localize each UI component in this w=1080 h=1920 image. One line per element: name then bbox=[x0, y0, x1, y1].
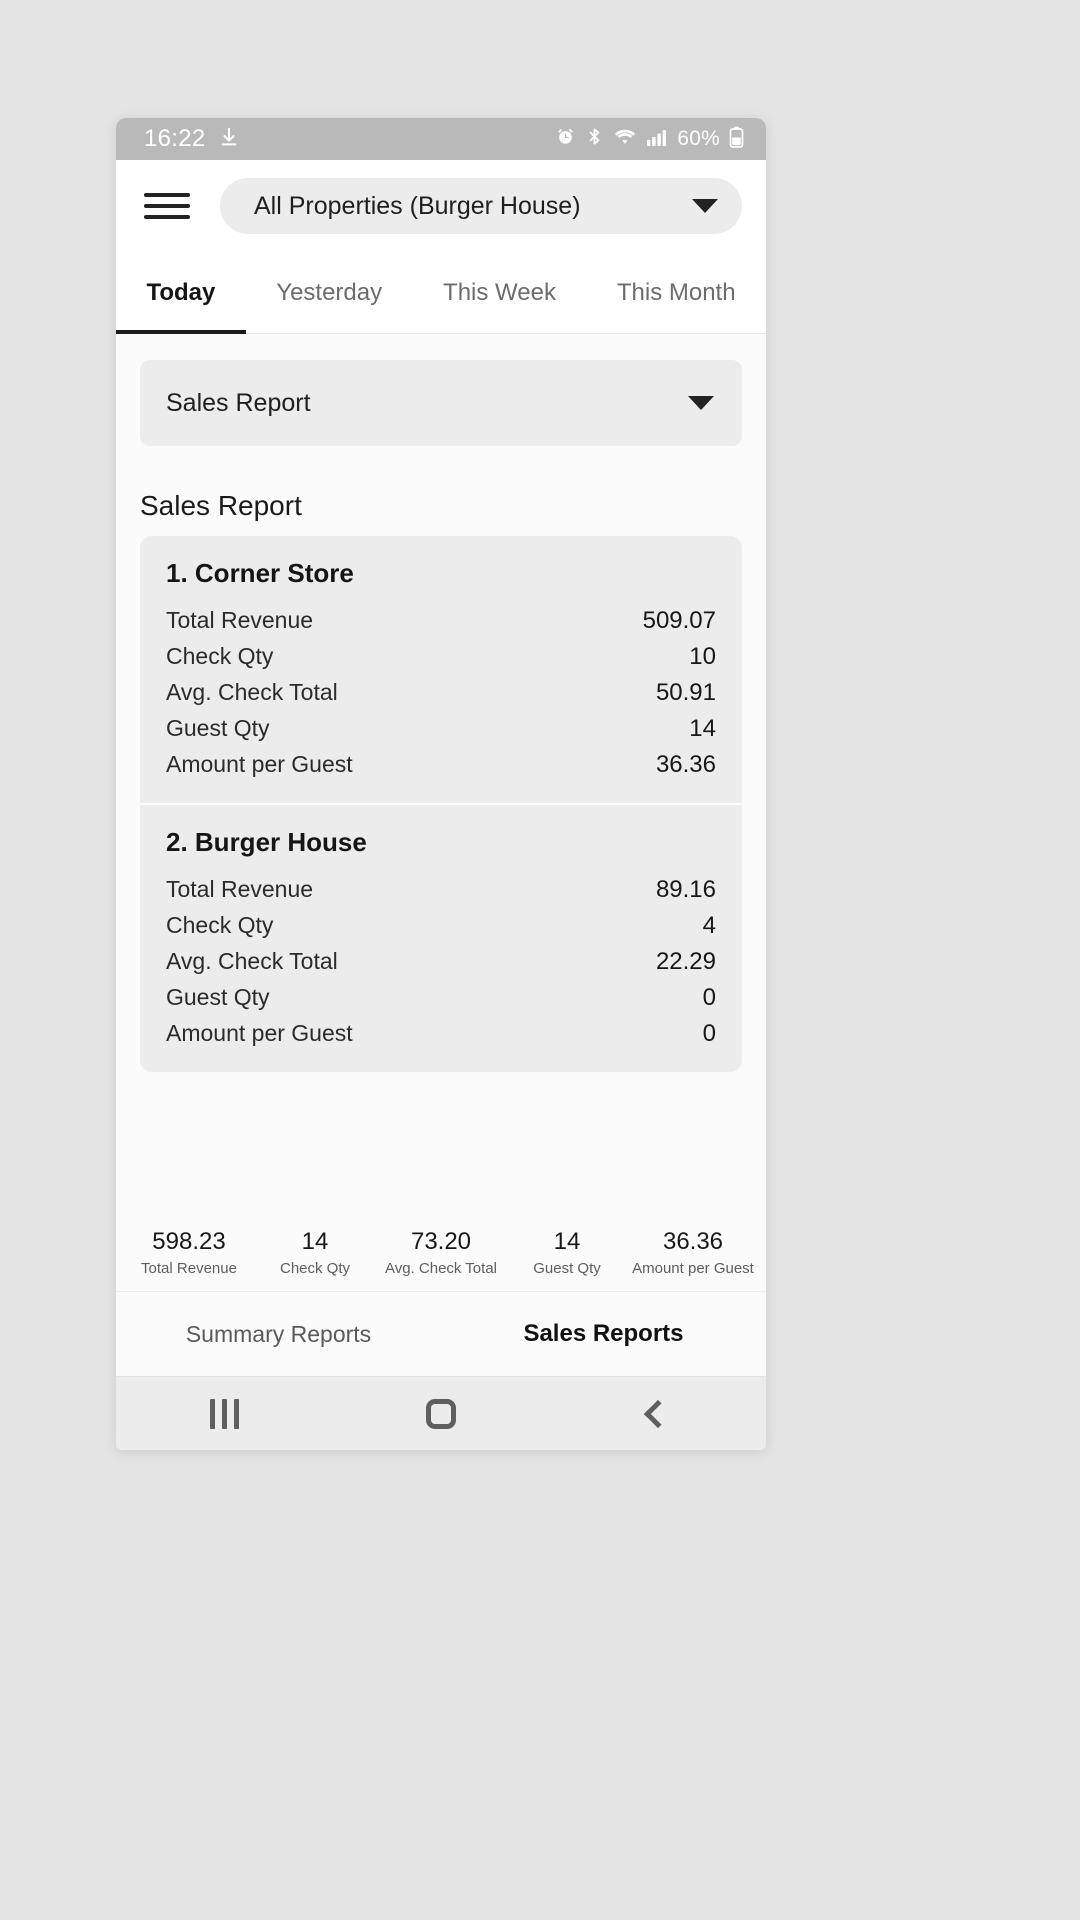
metric-label: Total Revenue bbox=[166, 876, 314, 902]
status-bar: 16:22 60% bbox=[116, 118, 766, 160]
status-bar-clock: 16:22 bbox=[144, 125, 206, 152]
report-type-select[interactable]: Sales Report bbox=[140, 360, 742, 446]
metric-label: Check Qty bbox=[166, 912, 274, 938]
page-title: Sales Report bbox=[140, 490, 302, 521]
home-icon[interactable] bbox=[386, 1377, 496, 1451]
table-row: Guest Qty 14 bbox=[166, 711, 716, 747]
battery-icon bbox=[729, 126, 744, 153]
table-row: Amount per Guest 0 bbox=[166, 1016, 716, 1052]
totals-summary-bar: 598.23 Total Revenue 14 Check Qty 73.20 … bbox=[116, 1217, 766, 1292]
list-item[interactable]: 2. Burger House Total Revenue 89.16 Chec… bbox=[140, 803, 742, 1072]
summary-label: Total Revenue bbox=[141, 1260, 237, 1277]
table-row: Avg. Check Total 50.91 bbox=[166, 675, 716, 711]
tab-today[interactable]: Today bbox=[116, 252, 246, 334]
hamburger-menu-icon[interactable] bbox=[144, 189, 190, 223]
metric-label: Amount per Guest bbox=[166, 1020, 353, 1046]
store-name: 2. Burger House bbox=[166, 827, 367, 857]
metric-label: Check Qty bbox=[166, 643, 274, 669]
tab-this-week-label: This Week bbox=[443, 278, 556, 306]
wifi-icon bbox=[613, 126, 637, 152]
tab-summary-reports[interactable]: Summary Reports bbox=[116, 1321, 441, 1348]
metric-label: Guest Qty bbox=[166, 715, 270, 741]
tab-yesterday[interactable]: Yesterday bbox=[246, 252, 413, 333]
recents-icon[interactable] bbox=[169, 1377, 279, 1451]
tab-today-label: Today bbox=[146, 278, 216, 306]
report-scroll-area: Sales Report Sales Report 1. Corner Stor… bbox=[116, 334, 766, 1217]
metric-value: 50.91 bbox=[655, 679, 716, 706]
metric-value: 509.07 bbox=[642, 607, 716, 634]
app-body: Sales Report Sales Report 1. Corner Stor… bbox=[116, 334, 766, 1376]
summary-label: Avg. Check Total bbox=[384, 1260, 497, 1277]
app-header: All Properties (Burger House) bbox=[116, 160, 766, 252]
table-row: Guest Qty 0 bbox=[166, 980, 716, 1016]
metric-label: Avg. Check Total bbox=[166, 679, 338, 705]
summary-check-qty: 14 Check Qty bbox=[252, 1227, 378, 1277]
table-row: Check Qty 10 bbox=[166, 639, 716, 675]
metric-label: Amount per Guest bbox=[166, 751, 353, 777]
download-icon bbox=[218, 126, 240, 153]
chevron-down-icon bbox=[692, 199, 718, 213]
chevron-down-icon bbox=[688, 396, 714, 410]
summary-total-revenue: 598.23 Total Revenue bbox=[126, 1227, 252, 1277]
metric-value: 10 bbox=[689, 643, 716, 670]
metric-value: 0 bbox=[702, 984, 716, 1011]
tab-this-month-label: This Month bbox=[616, 278, 736, 306]
summary-value: 73.20 bbox=[410, 1228, 472, 1255]
summary-value: 36.36 bbox=[662, 1228, 724, 1255]
property-selector-label: All Properties (Burger House) bbox=[254, 191, 581, 220]
period-tabs: Today Yesterday This Week This Month bbox=[116, 252, 766, 334]
screenshot-root: 16:22 60% All Properties (Burger House) … bbox=[0, 0, 1080, 1920]
metric-value: 0 bbox=[702, 1020, 716, 1047]
summary-avg-check-total: 73.20 Avg. Check Total bbox=[378, 1227, 504, 1277]
store-name: 1. Corner Store bbox=[166, 558, 354, 588]
metric-value: 89.16 bbox=[655, 876, 716, 903]
metric-value: 4 bbox=[702, 912, 716, 939]
tab-yesterday-label: Yesterday bbox=[276, 278, 383, 306]
android-navigation-bar bbox=[116, 1376, 766, 1450]
metric-label: Total Revenue bbox=[166, 607, 314, 633]
status-bar-left: 16:22 bbox=[144, 125, 240, 153]
metric-value: 22.29 bbox=[655, 948, 716, 975]
bluetooth-icon bbox=[585, 126, 604, 152]
table-row: Avg. Check Total 22.29 bbox=[166, 944, 716, 980]
summary-label: Guest Qty bbox=[533, 1260, 601, 1277]
summary-label: Check Qty bbox=[279, 1260, 351, 1277]
summary-guest-qty: 14 Guest Qty bbox=[504, 1227, 630, 1277]
tab-this-month[interactable]: This Month bbox=[586, 252, 766, 333]
metric-label: Guest Qty bbox=[166, 984, 270, 1010]
cellular-signal-icon bbox=[646, 127, 668, 152]
phone-screen: 16:22 60% All Properties (Burger House) … bbox=[116, 118, 766, 1450]
back-icon[interactable] bbox=[603, 1377, 713, 1451]
status-bar-right: 60% bbox=[555, 126, 744, 153]
summary-value: 14 bbox=[553, 1228, 581, 1255]
summary-value: 598.23 bbox=[152, 1228, 226, 1255]
table-row: Total Revenue 509.07 bbox=[166, 603, 716, 639]
list-item[interactable]: 1. Corner Store Total Revenue 509.07 Che… bbox=[140, 536, 742, 803]
table-row: Check Qty 4 bbox=[166, 908, 716, 944]
metric-label: Avg. Check Total bbox=[166, 948, 338, 974]
metric-value: 36.36 bbox=[655, 751, 716, 778]
summary-value: 14 bbox=[301, 1228, 329, 1255]
tab-this-week[interactable]: This Week bbox=[413, 252, 587, 333]
tab-sales-reports[interactable]: Sales Reports bbox=[441, 1320, 766, 1348]
report-type-tabs: Summary Reports Sales Reports bbox=[116, 1292, 766, 1376]
battery-percentage-label: 60% bbox=[677, 127, 720, 150]
summary-label: Amount per Guest bbox=[632, 1260, 754, 1277]
sales-report-card-list: 1. Corner Store Total Revenue 509.07 Che… bbox=[140, 536, 742, 1072]
property-selector[interactable]: All Properties (Burger House) bbox=[220, 178, 742, 234]
table-row: Total Revenue 89.16 bbox=[166, 872, 716, 908]
report-type-select-value: Sales Report bbox=[166, 388, 311, 417]
table-row: Amount per Guest 36.36 bbox=[166, 747, 716, 783]
metric-value: 14 bbox=[689, 715, 716, 742]
alarm-icon bbox=[555, 126, 576, 152]
summary-amount-per-guest: 36.36 Amount per Guest bbox=[630, 1227, 756, 1277]
